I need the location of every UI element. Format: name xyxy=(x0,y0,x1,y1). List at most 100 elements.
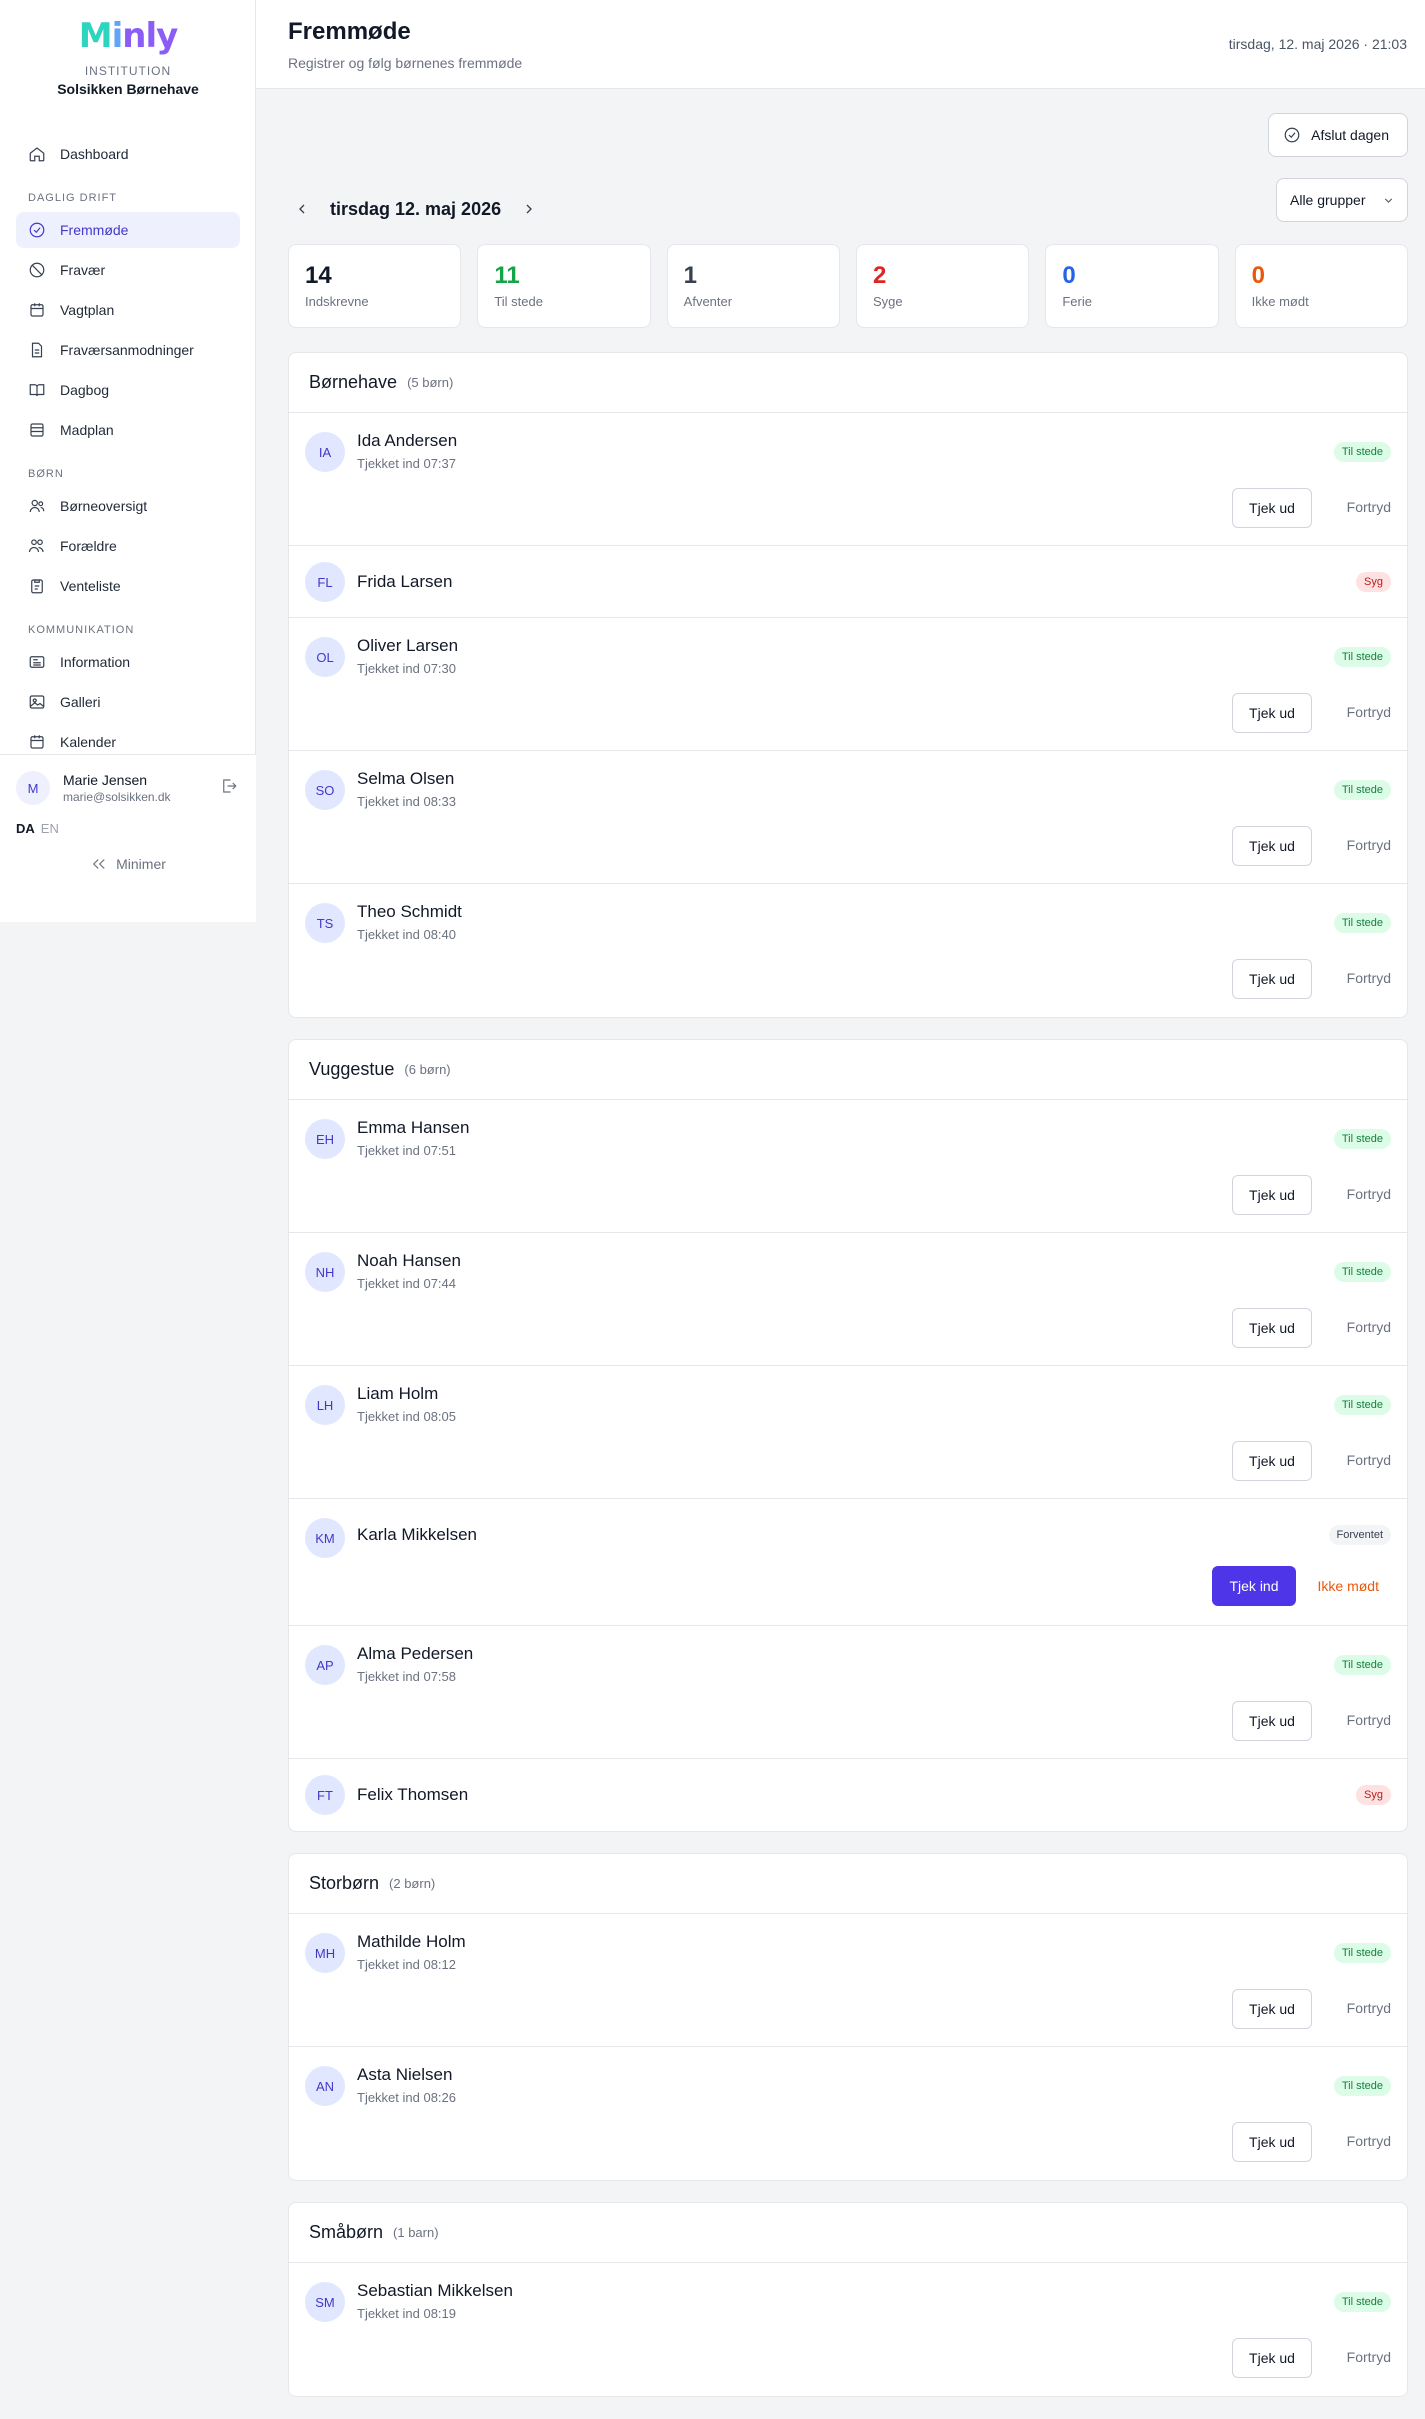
stat-holiday: 0 Ferie xyxy=(1045,244,1219,328)
sidebar-item-absence-requests[interactable]: Fraværsanmodninger xyxy=(16,332,240,368)
checkin-time: Tjekket ind 08:26 xyxy=(357,2090,457,2105)
avatar[interactable]: M xyxy=(16,771,50,805)
group-header: Vuggestue (6 børn) xyxy=(289,1040,1407,1100)
check-out-button[interactable]: Tjek ud xyxy=(1232,693,1312,733)
sidebar-item-dashboard[interactable]: Dashboard xyxy=(16,136,240,172)
check-out-button[interactable]: Tjek ud xyxy=(1232,1701,1312,1741)
group-filter-select[interactable]: Alle grupper xyxy=(1276,178,1408,222)
sidebar-item-diary[interactable]: Dagbog xyxy=(16,372,240,408)
group-header: Småbørn (1 barn) xyxy=(289,2203,1407,2263)
child-name: Sebastian Mikkelsen xyxy=(357,2281,513,2300)
child-name: Mathilde Holm xyxy=(357,1932,466,1951)
lang-da[interactable]: DA xyxy=(16,821,35,836)
stat-pending: 1 Afventer xyxy=(666,244,840,328)
current-datetime: tirsdag, 12. maj 2026 · 21:03 xyxy=(1228,36,1407,52)
image-icon xyxy=(29,695,45,709)
undo-button[interactable]: Fortryd xyxy=(1347,1186,1391,1202)
stat-label: Syge xyxy=(872,294,903,309)
sidebar-item-label: Vagtplan xyxy=(60,302,115,318)
sidebar-item-label: Galleri xyxy=(60,694,101,710)
status-badge: Til stede xyxy=(1333,913,1391,933)
undo-button[interactable]: Fortryd xyxy=(1347,2133,1391,2149)
close-day-button[interactable]: Afslut dagen xyxy=(1268,113,1408,157)
stat-value: 14 xyxy=(305,262,332,289)
nav-section-daily: DAGLIG DRIFT xyxy=(28,192,118,204)
chevron-left-icon xyxy=(299,204,305,214)
child-name: Liam Holm xyxy=(357,1384,439,1403)
check-out-button[interactable]: Tjek ud xyxy=(1232,2338,1312,2378)
prev-day-button[interactable] xyxy=(288,195,316,223)
child-row: OL Oliver Larsen Tjekket ind 07:30 Til s… xyxy=(289,618,1407,751)
sidebar-nav: Dashboard DAGLIG DRIFT Fremmøde Fravær V… xyxy=(16,136,240,756)
check-in-button[interactable]: Tjek ind xyxy=(1212,1566,1296,1606)
sidebar-item-parents[interactable]: Forældre xyxy=(16,528,240,564)
sidebar-item-children-overview[interactable]: Børneoversigt xyxy=(16,488,240,524)
mark-absent-button[interactable]: Ikke mødt xyxy=(1318,1578,1379,1594)
sidebar-item-label: Børneoversigt xyxy=(60,498,148,514)
stat-value: 0 xyxy=(1062,262,1076,289)
group-count: (2 børn) xyxy=(389,1876,436,1891)
child-avatar: LH xyxy=(305,1385,345,1425)
group-card: Småbørn (1 barn) SM Sebastian Mikkelsen … xyxy=(288,2202,1408,2397)
group-count: (1 barn) xyxy=(393,2225,439,2240)
sidebar-item-gallery[interactable]: Galleri xyxy=(16,684,240,720)
user-email: marie@solsikken.dk xyxy=(63,790,171,804)
checkin-time: Tjekket ind 07:37 xyxy=(357,456,457,471)
undo-button[interactable]: Fortryd xyxy=(1347,1452,1391,1468)
undo-button[interactable]: Fortryd xyxy=(1347,1319,1391,1335)
lang-en[interactable]: EN xyxy=(41,821,59,836)
chevron-right-icon xyxy=(526,204,533,214)
status-badge: Til stede xyxy=(1333,1943,1391,1963)
stat-label: Ferie xyxy=(1062,294,1092,309)
child-avatar: OL xyxy=(305,637,345,677)
minimize-button[interactable]: Minimer xyxy=(0,855,256,873)
calendar-icon xyxy=(30,735,44,749)
sidebar-item-attendance[interactable]: Fremmøde xyxy=(16,212,240,248)
undo-button[interactable]: Fortryd xyxy=(1347,1712,1391,1728)
sidebar-item-shift-plan[interactable]: Vagtplan xyxy=(16,292,240,328)
check-out-button[interactable]: Tjek ud xyxy=(1232,959,1312,999)
check-out-button[interactable]: Tjek ud xyxy=(1232,1441,1312,1481)
undo-button[interactable]: Fortryd xyxy=(1347,2000,1391,2016)
child-name: Karla Mikkelsen xyxy=(357,1525,477,1544)
status-badge: Til stede xyxy=(1333,780,1391,800)
check-out-button[interactable]: Tjek ud xyxy=(1232,1308,1312,1348)
page-header: Fremmøde Registrer og følg børnenes frem… xyxy=(256,0,1425,89)
user-name: Marie Jensen xyxy=(63,772,148,788)
child-avatar: SM xyxy=(305,2282,345,2322)
app-logo[interactable]: Minly xyxy=(0,16,256,56)
child-row: SM Sebastian Mikkelsen Tjekket ind 08:19… xyxy=(289,2263,1407,2396)
check-out-button[interactable]: Tjek ud xyxy=(1232,1175,1312,1215)
check-out-button[interactable]: Tjek ud xyxy=(1232,2122,1312,2162)
undo-button[interactable]: Fortryd xyxy=(1347,970,1391,986)
check-out-button[interactable]: Tjek ud xyxy=(1232,488,1312,528)
users-icon xyxy=(29,499,45,513)
checkin-time: Tjekket ind 08:12 xyxy=(357,1957,457,1972)
sidebar-item-waitlist[interactable]: Venteliste xyxy=(16,568,240,604)
meal-icon xyxy=(30,423,44,437)
status-badge: Til stede xyxy=(1333,647,1391,667)
child-name: Felix Thomsen xyxy=(357,1785,469,1804)
stat-absent: 0 Ikke mødt xyxy=(1234,244,1408,328)
status-badge: Til stede xyxy=(1333,1655,1391,1675)
undo-button[interactable]: Fortryd xyxy=(1347,2349,1391,2365)
sidebar-item-meal-plan[interactable]: Madplan xyxy=(16,412,240,448)
child-name: Alma Pedersen xyxy=(357,1644,474,1663)
check-out-button[interactable]: Tjek ud xyxy=(1232,1989,1312,2029)
child-name: Oliver Larsen xyxy=(357,636,459,655)
status-badge: Til stede xyxy=(1333,1395,1391,1415)
undo-button[interactable]: Fortryd xyxy=(1347,499,1391,515)
group-header: Storbørn (2 børn) xyxy=(289,1854,1407,1914)
nav-section-children: BØRN xyxy=(28,468,64,480)
child-name: Ida Andersen xyxy=(357,431,458,450)
sidebar-item-absence[interactable]: Fravær xyxy=(16,252,240,288)
logout-button[interactable] xyxy=(220,777,240,797)
child-row: FT Felix Thomsen Syg xyxy=(289,1759,1407,1831)
check-out-button[interactable]: Tjek ud xyxy=(1232,826,1312,866)
undo-button[interactable]: Fortryd xyxy=(1347,837,1391,853)
sidebar-item-label: Kalender xyxy=(60,734,117,750)
undo-button[interactable]: Fortryd xyxy=(1347,704,1391,720)
next-day-button[interactable] xyxy=(515,195,543,223)
sidebar-item-information[interactable]: Information xyxy=(16,644,240,680)
sidebar-item-calendar[interactable]: Kalender xyxy=(16,724,240,756)
